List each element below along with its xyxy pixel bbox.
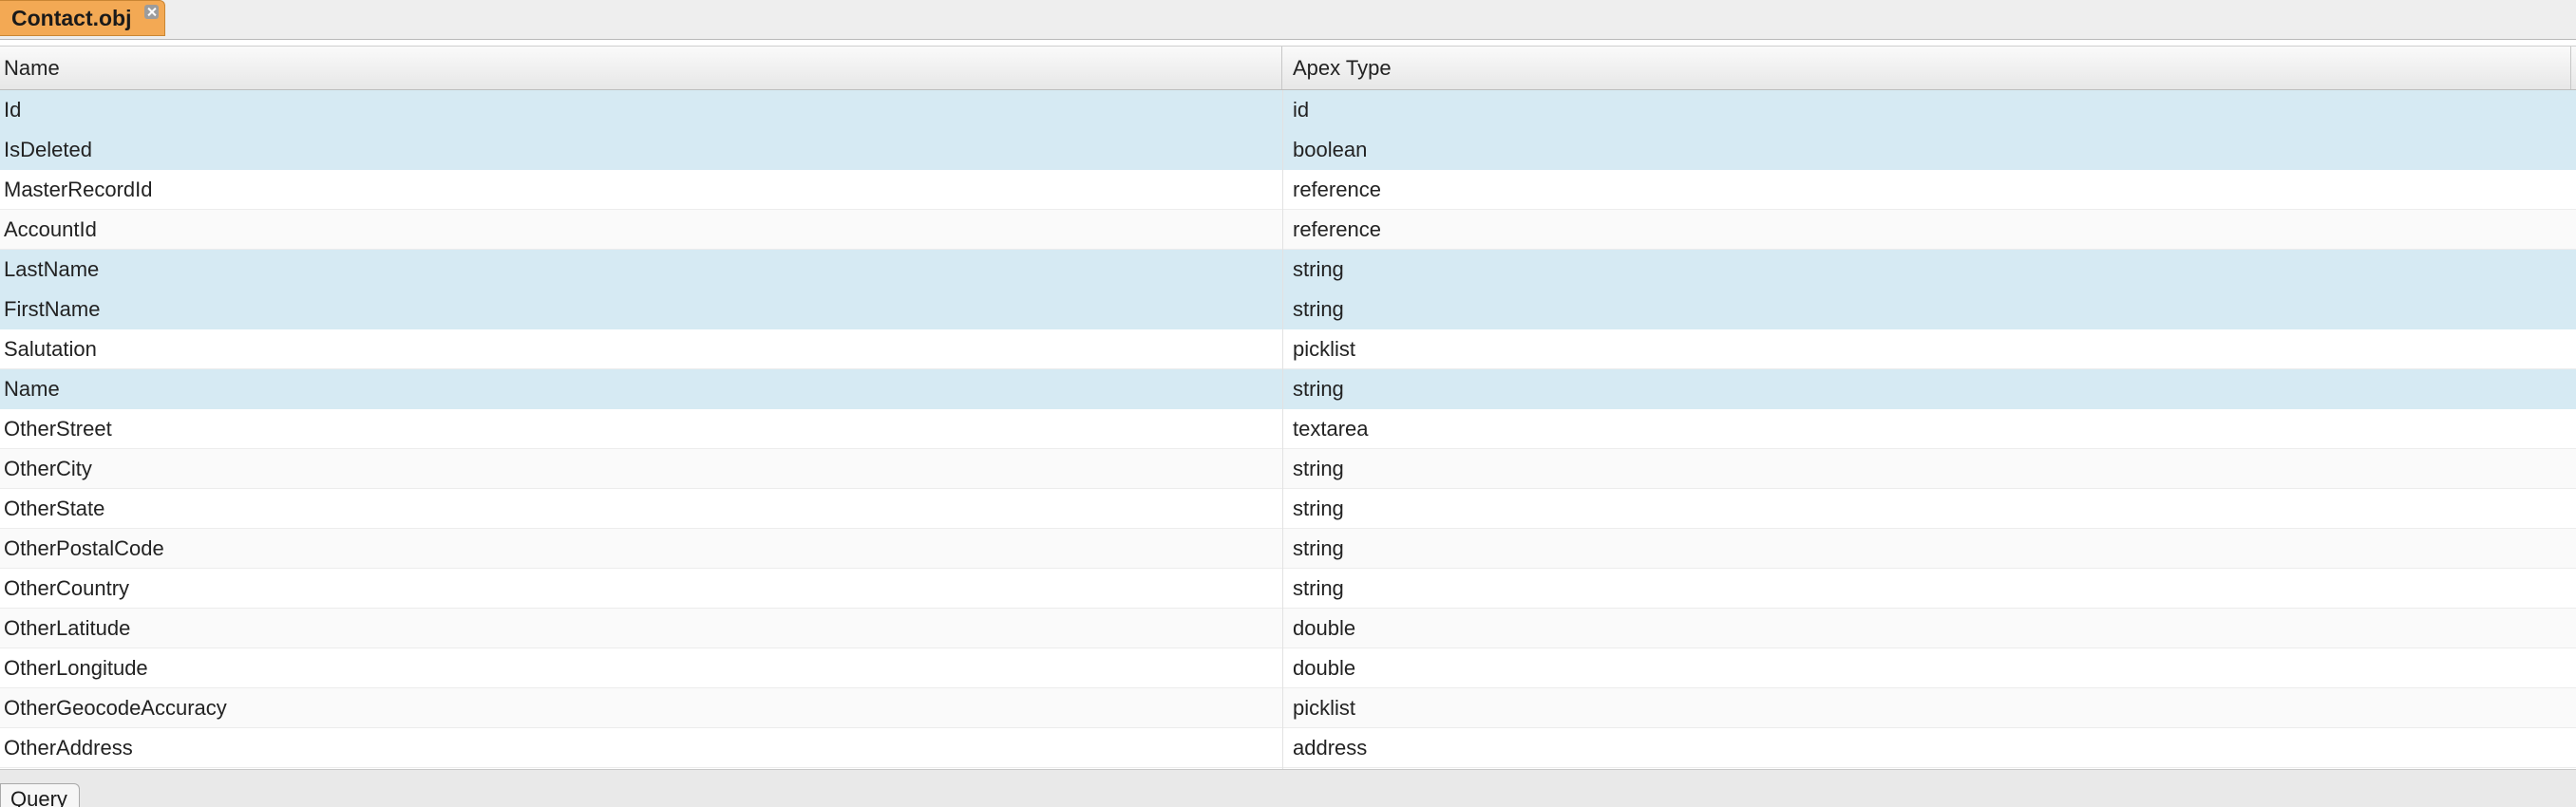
cell-apex-type: address — [1293, 735, 1368, 760]
cell-field-name: Name — [4, 376, 60, 401]
app-window: Contact.obj Name Apex Type Id id IsDeleted… — [0, 0, 2576, 807]
cell-field-name: Salutation — [4, 336, 97, 361]
cell-apex-type: string — [1293, 376, 1344, 401]
grid-header: Name Apex Type — [0, 47, 2576, 90]
cell-field-name: OtherStreet — [4, 416, 112, 441]
tab-bar: Contact.obj — [0, 0, 2576, 40]
cell-field-name: FirstName — [4, 296, 101, 321]
column-header-filler — [2571, 47, 2576, 89]
table-row[interactable]: Id id — [0, 90, 2576, 130]
table-row[interactable]: IsDeleted boolean — [0, 130, 2576, 170]
table-row[interactable]: MasterRecordId reference — [0, 170, 2576, 210]
cell-apex-type: double — [1293, 655, 1356, 680]
table-row[interactable]: AccountId reference — [0, 210, 2576, 250]
cell-apex-type: string — [1293, 535, 1344, 560]
table-row[interactable]: OtherCity string — [0, 449, 2576, 489]
table-row[interactable]: OtherGeocodeAccuracy picklist — [0, 688, 2576, 728]
table-row[interactable]: OtherLongitude double — [0, 648, 2576, 688]
cell-field-name: OtherPostalCode — [4, 535, 164, 560]
cell-field-name: Id — [4, 97, 22, 122]
cell-apex-type: string — [1293, 575, 1344, 600]
table-row[interactable]: OtherCountry string — [0, 569, 2576, 609]
cell-field-name: OtherState — [4, 496, 105, 520]
cell-apex-type: id — [1293, 97, 1310, 122]
cell-field-name: OtherCity — [4, 456, 92, 480]
cell-field-name: IsDeleted — [4, 137, 92, 161]
cell-field-name: AccountId — [4, 216, 97, 241]
cell-apex-type: boolean — [1293, 137, 1368, 161]
cell-field-name: OtherAddress — [4, 735, 133, 760]
cell-apex-type: double — [1293, 615, 1356, 640]
cell-apex-type: string — [1293, 296, 1344, 321]
cell-apex-type: reference — [1293, 177, 1381, 201]
cell-field-name: OtherLatitude — [4, 615, 131, 640]
table-row[interactable]: OtherStreet textarea — [0, 409, 2576, 449]
cell-field-name: LastName — [4, 256, 100, 281]
cell-apex-type: string — [1293, 456, 1344, 480]
close-icon[interactable] — [144, 5, 159, 19]
column-divider — [1282, 90, 1283, 770]
cell-apex-type: string — [1293, 496, 1344, 520]
table-row[interactable]: OtherPostalCode string — [0, 529, 2576, 569]
cell-apex-type: string — [1293, 256, 1344, 281]
bottom-tab-bar: Query — [0, 769, 2576, 807]
tab-label: Contact.obj — [11, 5, 132, 30]
cell-field-name: OtherCountry — [4, 575, 130, 600]
table-row[interactable]: Name string — [0, 369, 2576, 409]
table-row[interactable]: FirstName string — [0, 290, 2576, 329]
cell-apex-type: picklist — [1293, 695, 1356, 720]
tab-contact-obj[interactable]: Contact.obj — [0, 0, 165, 36]
cell-apex-type: reference — [1293, 216, 1381, 241]
cell-field-name: OtherLongitude — [4, 655, 148, 680]
table-row[interactable]: Salutation picklist — [0, 329, 2576, 369]
cell-apex-type: picklist — [1293, 336, 1356, 361]
grid-body: Id id IsDeleted boolean MasterRecordId refere… — [0, 90, 2576, 768]
table-row[interactable]: OtherState string — [0, 489, 2576, 529]
column-header-apex-type[interactable]: Apex Type — [1282, 47, 2571, 89]
fields-grid: Name Apex Type Id id IsDeleted boolean Maste… — [0, 46, 2576, 770]
table-row[interactable]: OtherAddress address — [0, 728, 2576, 768]
cell-field-name: OtherGeocodeAccuracy — [4, 695, 227, 720]
cell-field-name: MasterRecordId — [4, 177, 153, 201]
table-row[interactable]: OtherLatitude double — [0, 609, 2576, 648]
table-row[interactable]: LastName string — [0, 250, 2576, 290]
query-tab[interactable]: Query — [0, 783, 80, 807]
column-header-name[interactable]: Name — [0, 47, 1282, 89]
cell-apex-type: textarea — [1293, 416, 1369, 441]
